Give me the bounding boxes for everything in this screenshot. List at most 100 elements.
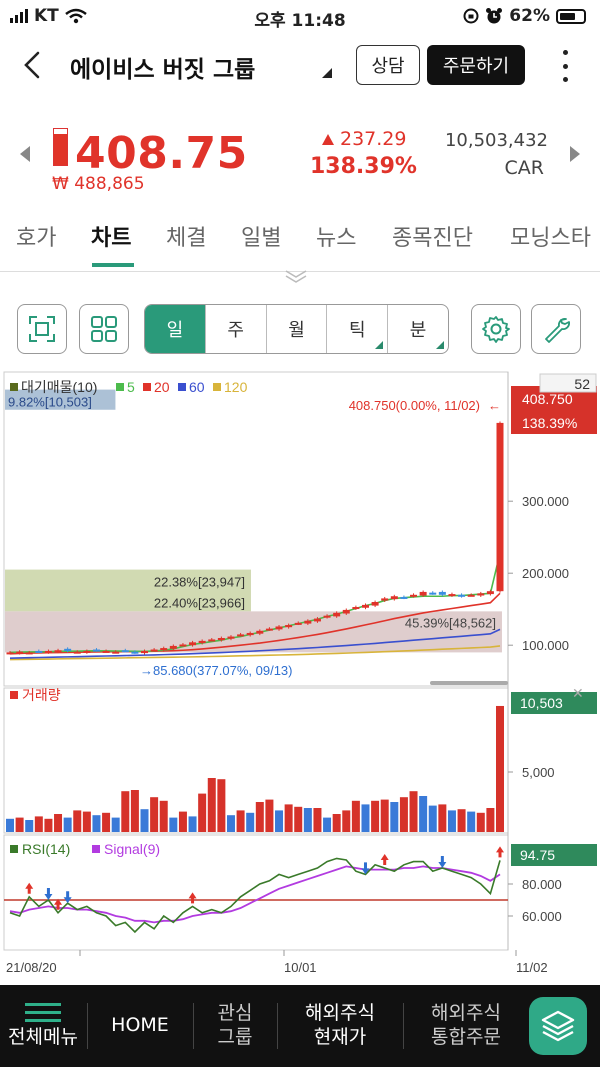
stock-chart[interactable]: 9.82%[10,503] 22.38%[23,947] 22.40%[23,966…: [0, 368, 600, 980]
volume-bar: [140, 809, 149, 832]
volume-bar: [54, 814, 63, 832]
chart-settings-button[interactable]: [471, 304, 521, 354]
stock-title[interactable]: 에이비스 버짓 그룹: [70, 50, 255, 84]
day-range-gauge-fill: [54, 134, 67, 165]
settings-gear-icon: [482, 316, 510, 343]
nav-overseas-quote[interactable]: 해외주식 현재가: [278, 985, 402, 1067]
tab-orderbook[interactable]: 호가: [16, 220, 56, 252]
nav-overseas-quote-label-1: 해외주식: [305, 1002, 375, 1025]
volume-bar: [351, 800, 360, 832]
order-button[interactable]: 주문하기: [427, 45, 525, 85]
candle-body: [131, 651, 139, 654]
candle-body: [458, 594, 466, 597]
volume-bar: [246, 812, 255, 832]
app-header: 에이비스 버짓 그룹 상담 주문하기: [0, 40, 600, 92]
candle-body: [400, 596, 408, 599]
wrench-icon: [545, 318, 570, 343]
period-month[interactable]: 월: [267, 305, 328, 353]
status-bar: KT 오후 11:48 62%: [0, 0, 600, 34]
dropdown-caret-icon[interactable]: [322, 68, 332, 78]
volume-bar: [188, 816, 197, 832]
submenu-corner-icon: [435, 341, 444, 349]
volume-bar: [371, 800, 380, 832]
next-stock-arrow-icon[interactable]: [570, 146, 580, 162]
legend-swatch: [92, 845, 100, 853]
high-marker-arrow-icon: ←: [488, 398, 501, 413]
nav-home-label: HOME: [111, 1014, 169, 1037]
volume-profile-label: 22.40%[23,966]: [154, 595, 245, 610]
nav-overseas-order[interactable]: 해외주식 통합주문: [404, 985, 528, 1067]
candle-body: [169, 645, 177, 649]
prev-stock-arrow-icon[interactable]: [20, 146, 30, 162]
legend-label: RSI(14): [22, 841, 70, 857]
volume-bar: [15, 817, 24, 832]
candle-body: [477, 593, 485, 596]
volume-bar: [130, 790, 139, 832]
y-tick-label: 100.000: [522, 638, 569, 653]
candle-body: [54, 650, 62, 653]
volume-badge-label: 10,503: [520, 695, 563, 711]
tab-chart[interactable]: 차트: [91, 220, 131, 252]
period-tick-label: 틱: [349, 320, 366, 341]
legend-swatch: [10, 691, 18, 699]
volume-profile-label: 22.38%[23,947]: [154, 575, 245, 590]
candle-body: [285, 625, 293, 628]
tab-trades[interactable]: 체결: [166, 220, 206, 252]
volume-bar: [150, 797, 159, 832]
layout-button[interactable]: [79, 304, 129, 354]
tab-morningstar[interactable]: 모닝스타: [510, 220, 591, 252]
volume-bar: [265, 799, 274, 832]
legend-label: Signal(9): [104, 841, 160, 857]
back-chevron-icon[interactable]: [18, 50, 48, 80]
consult-button[interactable]: 상담: [356, 45, 420, 85]
volume-bar: [332, 814, 341, 832]
nav-watch-label-2: 그룹: [217, 1026, 253, 1048]
chart-panel-frame: [3, 834, 509, 951]
candle-body: [333, 612, 341, 617]
x-tick-label: 11/02: [516, 960, 548, 975]
period-tick[interactable]: 틱: [327, 305, 389, 353]
day-range-gauge: [53, 128, 68, 166]
nav-watch-group[interactable]: 관심 그룹: [194, 985, 276, 1067]
tab-diagnosis[interactable]: 종목진단: [392, 220, 473, 252]
volume-bar: [82, 811, 91, 832]
candle-body: [121, 650, 129, 653]
layers-fab[interactable]: [529, 997, 587, 1055]
candle-body: [256, 630, 264, 634]
candle-body: [371, 602, 379, 606]
candle-body: [198, 640, 206, 644]
more-vertical-icon[interactable]: [557, 50, 573, 82]
candle-body: [179, 644, 187, 647]
candle-body: [112, 651, 120, 654]
volume-bar: [476, 812, 485, 832]
nav-all-menu-label: 전체메뉴: [8, 1025, 78, 1048]
chart-tools-button[interactable]: [531, 304, 581, 354]
fullscreen-button[interactable]: [17, 304, 67, 354]
volume-bar: [217, 779, 226, 832]
volume-bar: [303, 808, 312, 832]
collapse-chevron-icon[interactable]: [283, 268, 309, 284]
candle-body: [313, 618, 321, 622]
volume-bar: [438, 804, 447, 832]
volume-bar: [447, 810, 456, 832]
period-minute[interactable]: 분: [388, 305, 448, 353]
tab-daily[interactable]: 일별: [241, 220, 281, 252]
candle-body: [189, 642, 197, 646]
period-day[interactable]: 일: [145, 305, 206, 353]
volume-bar: [361, 804, 370, 832]
candle-body: [25, 652, 33, 655]
period-month-label: 월: [288, 320, 305, 341]
nav-all-menu[interactable]: 전체메뉴: [0, 985, 86, 1067]
up-triangle-icon: [322, 134, 334, 145]
candle-body: [6, 652, 14, 655]
period-week[interactable]: 주: [206, 305, 267, 353]
nav-home[interactable]: HOME: [88, 985, 192, 1067]
volume-bar: [207, 778, 216, 832]
legend-label: 5: [127, 379, 135, 395]
legend-swatch: [116, 383, 124, 391]
candle-body: [361, 604, 369, 608]
tab-news[interactable]: 뉴스: [316, 220, 356, 252]
candle-body: [217, 638, 225, 641]
current-price-badge-price: 408.750: [522, 391, 573, 407]
nav-overseas-order-label-2: 통합주문: [431, 1026, 501, 1048]
